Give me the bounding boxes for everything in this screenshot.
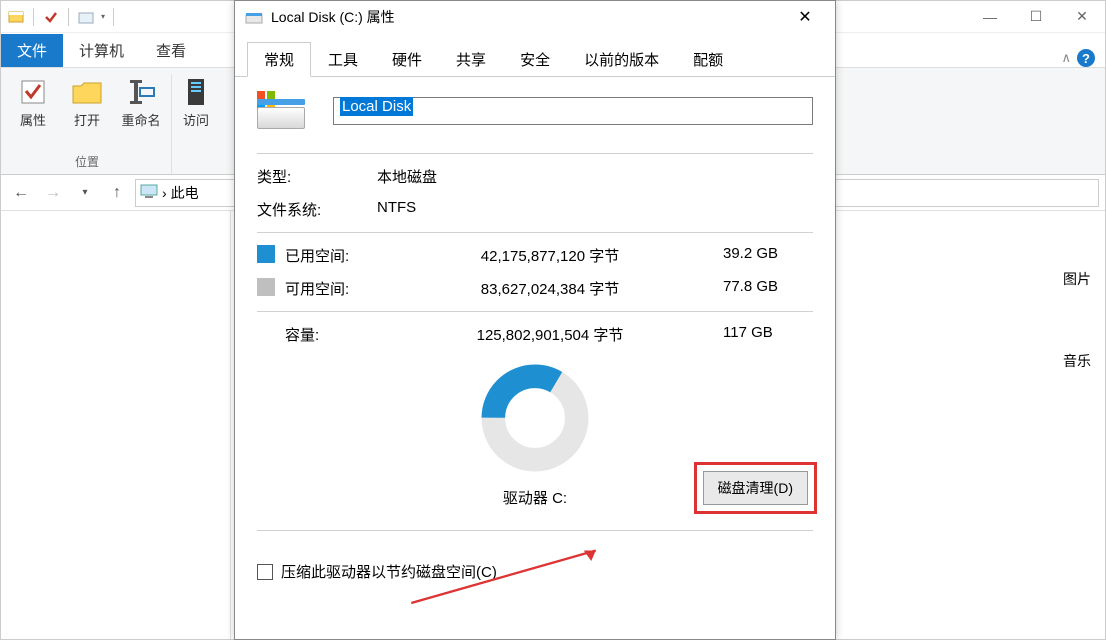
music-item[interactable]: 音乐 [1063, 351, 1091, 371]
drive-label: 驱动器 C: [503, 487, 567, 508]
properties-button[interactable]: 属性 [7, 74, 59, 131]
free-swatch [257, 278, 275, 296]
tab-tools[interactable]: 工具 [311, 42, 375, 77]
capacity-label: 容量: [285, 324, 377, 345]
tab-sharing[interactable]: 共享 [439, 42, 503, 77]
open-folder-icon [71, 76, 103, 108]
compress-checkbox[interactable] [257, 564, 273, 580]
file-tab[interactable]: 文件 [1, 34, 63, 67]
disk-large-icon [257, 93, 305, 129]
server-icon [180, 76, 212, 108]
properties-icon [17, 76, 49, 108]
tab-quota[interactable]: 配额 [676, 42, 740, 77]
compress-label: 压缩此驱动器以节约磁盘空间(C) [281, 561, 497, 582]
cleanup-highlight: 磁盘清理(D) [694, 462, 817, 514]
breadcrumb-sep: › [162, 185, 167, 201]
fs-label: 文件系统: [257, 199, 377, 220]
pictures-item[interactable]: 图片 [1063, 269, 1091, 289]
view-tab[interactable]: 查看 [140, 34, 202, 67]
back-button[interactable]: ← [7, 179, 35, 207]
dialog-close-button[interactable]: ✕ [785, 3, 825, 31]
open-button[interactable]: 打开 [61, 74, 113, 131]
used-swatch [257, 245, 275, 263]
disk-cleanup-button[interactable]: 磁盘清理(D) [703, 471, 808, 505]
group-location-label: 位置 [75, 153, 99, 174]
rename-label: 重命名 [121, 110, 160, 129]
fs-value: NTFS [377, 199, 416, 220]
free-bytes: 83,627,024,384 字节 [377, 278, 723, 299]
this-pc-icon [140, 184, 158, 201]
type-label: 类型: [257, 166, 377, 187]
used-label: 已用空间: [285, 245, 377, 266]
used-size: 39.2 GB [723, 245, 813, 266]
disk-icon [245, 8, 263, 26]
rename-icon [125, 76, 157, 108]
maximize-button[interactable]: ☐ [1013, 1, 1059, 33]
access-label: 访问 [183, 110, 209, 129]
up-button[interactable]: ↑ [103, 179, 131, 207]
properties-label: 属性 [20, 110, 46, 129]
tab-general[interactable]: 常规 [247, 42, 311, 77]
computer-tab[interactable]: 计算机 [63, 34, 140, 67]
tab-hardware[interactable]: 硬件 [375, 42, 439, 77]
free-size: 77.8 GB [723, 278, 813, 299]
qat-dropdown-icon[interactable]: ▾ [101, 12, 105, 21]
used-bytes: 42,175,877,120 字节 [377, 245, 723, 266]
free-label: 可用空间: [285, 278, 377, 299]
dialog-tabs: 常规 工具 硬件 共享 安全 以前的版本 配额 [235, 41, 835, 77]
properties-qat-icon[interactable] [42, 8, 60, 26]
dialog-titlebar: Local Disk (C:) 属性 ✕ [235, 1, 835, 33]
disk-name-value: Local Disk [340, 97, 413, 116]
capacity-size: 117 GB [723, 324, 813, 345]
dialog-title: Local Disk (C:) 属性 [271, 7, 395, 27]
type-value: 本地磁盘 [377, 166, 437, 187]
ribbon-collapse-icon[interactable]: ∧ [1061, 50, 1071, 66]
close-button[interactable]: ✕ [1059, 1, 1105, 33]
properties-dialog: Local Disk (C:) 属性 ✕ 常规 工具 硬件 共享 安全 以前的版… [234, 0, 836, 640]
breadcrumb-this-pc[interactable]: 此电 [171, 183, 199, 203]
access-button[interactable]: 访问 [176, 74, 216, 131]
disk-name-input[interactable]: Local Disk [333, 97, 813, 125]
capacity-bytes: 125,802,901,504 字节 [377, 324, 723, 345]
minimize-button[interactable]: — [967, 1, 1013, 33]
recent-dropdown-icon[interactable]: ▾ [71, 179, 99, 207]
explorer-icon [7, 8, 25, 26]
explorer-sidebar [1, 211, 231, 639]
rename-button[interactable]: 重命名 [115, 74, 167, 131]
tab-security[interactable]: 安全 [503, 42, 567, 77]
usage-donut-chart [480, 363, 590, 473]
forward-button[interactable]: → [39, 179, 67, 207]
quick-access-toolbar: ▾ [1, 8, 122, 26]
open-label: 打开 [74, 110, 100, 129]
help-icon[interactable]: ? [1077, 49, 1095, 67]
tab-previous-versions[interactable]: 以前的版本 [567, 42, 676, 77]
qat-folder-icon[interactable] [77, 8, 95, 26]
